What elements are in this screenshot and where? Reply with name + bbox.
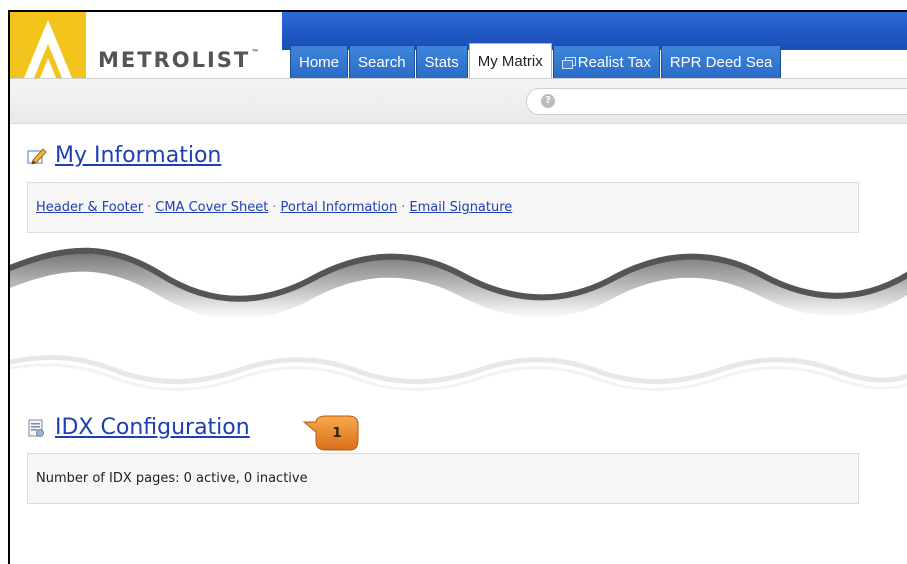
tab-label: Home	[299, 53, 340, 71]
tab-label: My Matrix	[477, 52, 543, 70]
metrolist-logo-icon	[10, 12, 86, 78]
brand-text: METROLIST	[98, 48, 251, 72]
tab-realist-tax[interactable]: Realist Tax	[552, 45, 660, 78]
callout-number: 1	[332, 426, 342, 441]
tab-label: RPR Deed Sea	[669, 53, 773, 71]
link-separator: ·	[147, 200, 152, 215]
tab-label: Stats	[424, 53, 459, 71]
brand-name: METROLIST™	[98, 48, 259, 72]
tab-rpr-deed-search[interactable]: RPR Deed Sea	[660, 45, 782, 78]
help-bar: ?	[526, 88, 907, 115]
tab-my-matrix[interactable]: My Matrix	[468, 43, 552, 78]
link-separator: ·	[272, 200, 277, 215]
cma-cover-sheet-link[interactable]: CMA Cover Sheet	[155, 200, 268, 215]
my-information-links: Header & Footer · CMA Cover Sheet · Portal I…	[28, 183, 858, 232]
tab-label: Realist Tax	[577, 53, 651, 71]
idx-pages-count-text: Number of IDX pages: 0 active, 0 inactiv…	[36, 471, 308, 486]
email-signature-link[interactable]: Email Signature	[409, 200, 512, 215]
pencil-edit-icon	[27, 147, 47, 165]
idx-configuration-panel: Number of IDX pages: 0 active, 0 inactiv…	[27, 453, 859, 504]
sub-toolbar: ?	[10, 78, 907, 124]
tab-label: Search	[358, 53, 406, 71]
help-icon[interactable]: ?	[541, 94, 555, 108]
link-separator: ·	[401, 200, 406, 215]
header-footer-link[interactable]: Header & Footer	[36, 200, 143, 215]
my-information-panel: Header & Footer · CMA Cover Sheet · Portal I…	[27, 182, 859, 233]
tab-home[interactable]: Home	[290, 45, 349, 78]
main-nav-tabs: Home Search Stats My Matrix Realist Tax …	[290, 43, 782, 78]
torn-page-divider	[10, 247, 907, 391]
portal-information-link[interactable]: Portal Information	[281, 200, 398, 215]
document-list-icon	[28, 419, 44, 437]
idx-configuration-link[interactable]: IDX Configuration	[55, 415, 250, 440]
step-callout-badge: 1	[302, 412, 360, 452]
my-information-link[interactable]: My Information	[55, 143, 221, 168]
app-window: METROLIST™ Home Search Stats My Matrix R…	[8, 10, 907, 564]
my-information-header: My Information	[27, 143, 221, 168]
brand-trademark: ™	[251, 48, 260, 57]
idx-configuration-header: IDX Configuration	[27, 415, 250, 440]
header: METROLIST™ Home Search Stats My Matrix R…	[10, 12, 907, 78]
tab-stats[interactable]: Stats	[415, 45, 468, 78]
tab-search[interactable]: Search	[349, 45, 415, 78]
external-window-icon	[561, 56, 576, 69]
